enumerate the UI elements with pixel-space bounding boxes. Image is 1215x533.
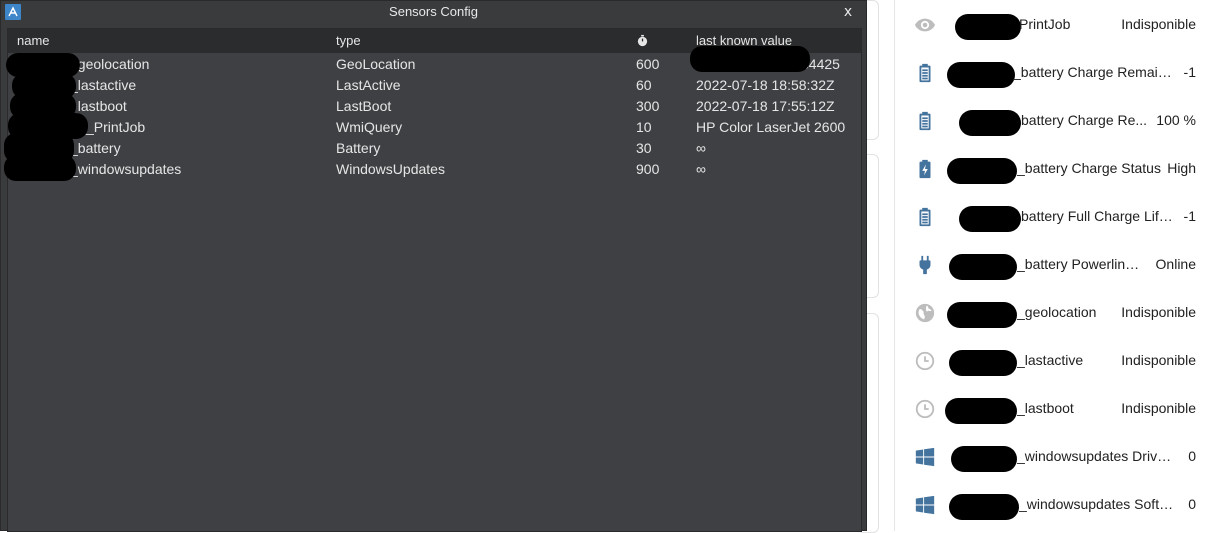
sensors-table: name type last known value _geolocation … <box>4 28 862 532</box>
entity-value: High <box>1167 160 1196 176</box>
cell-type: GeoLocation <box>336 56 416 72</box>
entity-value: Indisponible <box>1121 400 1196 416</box>
entity-value: Indisponible <box>1121 352 1196 368</box>
cell-type: LastBoot <box>336 98 392 114</box>
entity-row-battery-charge-remaining[interactable]: _battery Charge Remaini... -1 <box>895 49 1215 97</box>
clock-icon <box>913 397 937 421</box>
entity-value: Indisponible <box>1121 16 1196 32</box>
windows-icon <box>913 493 937 517</box>
cell-interval: 600 <box>636 56 660 72</box>
windows-icon <box>913 445 937 469</box>
entity-row-printjob[interactable]: PrintJob Indisponible <box>895 1 1215 49</box>
cell-name: _lastactive <box>70 77 137 93</box>
entity-row-windowsupdates-software[interactable]: _windowsupdates Softw... 0 <box>895 481 1215 529</box>
eye-icon <box>913 13 937 37</box>
table-row[interactable]: _windowsupdates WindowsUpdates 900 ∞ <box>8 159 861 180</box>
cell-interval: 60 <box>636 77 652 93</box>
cell-name: _lastboot <box>70 98 127 114</box>
cell-name: _windowsupdates <box>70 161 182 177</box>
entity-name: _windowsupdates Driver ... <box>1017 448 1177 464</box>
entity-name: battery Full Charge Life... <box>1021 208 1175 224</box>
cell-type: WmiQuery <box>336 119 403 135</box>
entity-row-battery-charge-re[interactable]: battery Charge Re... 100 % <box>895 97 1215 145</box>
cell-value: HP Color LaserJet 2600 <box>696 119 846 135</box>
redaction-mark <box>959 206 1021 232</box>
entity-value: -1 <box>1183 64 1196 80</box>
globe-icon <box>913 301 937 325</box>
redaction-mark <box>959 110 1021 136</box>
entity-name: _windowsupdates Softw... <box>1019 496 1175 512</box>
battery-icon <box>913 61 937 85</box>
redaction-mark <box>945 398 1017 424</box>
redaction-mark <box>949 494 1019 520</box>
cell-name: _geolocation <box>70 56 150 72</box>
entity-name: _battery Powerline ... <box>1017 256 1145 272</box>
column-header-name[interactable]: name <box>17 33 50 48</box>
entity-row-lastboot[interactable]: _lastboot Indisponible <box>895 385 1215 433</box>
entity-value: -1 <box>1183 208 1196 224</box>
cell-name: _battery <box>70 140 121 156</box>
table-row[interactable]: _PrintJob WmiQuery 10 HP Color LaserJet … <box>8 117 861 138</box>
entity-name: _battery Charge Status <box>1017 160 1161 176</box>
redaction-mark <box>947 302 1017 328</box>
redaction-mark <box>947 158 1017 184</box>
cell-interval: 900 <box>636 161 660 177</box>
cell-type: LastActive <box>336 77 401 93</box>
entity-row-lastactive[interactable]: _lastactive Indisponible <box>895 337 1215 385</box>
cell-value: 2022-07-18 17:55:12Z <box>696 98 835 114</box>
power-plug-icon <box>913 253 937 277</box>
cell-name: _PrintJob <box>86 119 146 135</box>
cell-value: ∞ <box>696 140 706 156</box>
clock-icon <box>913 349 937 373</box>
entity-value: Online <box>1155 256 1196 272</box>
entity-row-windowsupdates-driver[interactable]: _windowsupdates Driver ... 0 <box>895 433 1215 481</box>
entity-row-geolocation[interactable]: _geolocation Indisponible <box>895 289 1215 337</box>
cell-interval: 10 <box>636 119 652 135</box>
close-button[interactable]: x <box>840 3 856 21</box>
battery-charging-icon <box>913 157 937 181</box>
entity-row-battery-powerline[interactable]: _battery Powerline ... Online <box>895 241 1215 289</box>
redaction-mark <box>4 155 76 181</box>
redaction-mark <box>949 350 1017 376</box>
battery-icon <box>913 205 937 229</box>
entity-list-panel: PrintJob Indisponible _battery Charge Re… <box>894 0 1215 531</box>
table-row[interactable]: _lastactive LastActive 60 2022-07-18 18:… <box>8 75 861 96</box>
entity-name: _battery Charge Remaini... <box>1013 64 1173 80</box>
battery-icon <box>913 109 937 133</box>
cell-interval: 30 <box>636 140 652 156</box>
cell-value: 2022-07-18 18:58:32Z <box>696 77 835 93</box>
column-header-type[interactable]: type <box>336 33 361 48</box>
entity-row-battery-full-charge-life[interactable]: battery Full Charge Life... -1 <box>895 193 1215 241</box>
entity-row-battery-charge-status[interactable]: _battery Charge Status High <box>895 145 1215 193</box>
entity-value: Indisponible <box>1121 304 1196 320</box>
redaction-mark <box>949 254 1017 280</box>
column-header-interval[interactable] <box>636 34 649 50</box>
entity-value: 100 % <box>1156 112 1196 128</box>
table-row[interactable]: _battery Battery 30 ∞ <box>8 138 861 159</box>
cell-interval: 300 <box>636 98 660 114</box>
title-bar[interactable]: Sensors Config x <box>1 1 866 23</box>
cell-value: ∞ <box>696 161 706 177</box>
dialog-title: Sensors Config <box>389 4 478 19</box>
cell-type: Battery <box>336 140 381 156</box>
stopwatch-icon <box>637 34 648 47</box>
cell-type: WindowsUpdates <box>336 161 445 177</box>
redaction-mark <box>955 14 1021 40</box>
entity-name: battery Charge Re... <box>1021 112 1148 128</box>
table-row[interactable]: _lastboot LastBoot 300 2022-07-18 17:55:… <box>8 96 861 117</box>
redaction-mark <box>690 46 810 72</box>
entity-value: 0 <box>1188 496 1196 512</box>
sensors-config-dialog: Sensors Config x name type last known va… <box>0 0 867 532</box>
redaction-mark <box>947 62 1015 88</box>
entity-value: 0 <box>1188 448 1196 464</box>
redaction-mark <box>951 446 1017 472</box>
